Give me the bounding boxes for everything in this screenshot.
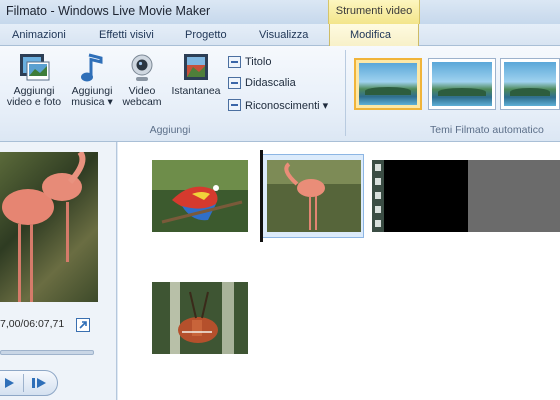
- add-music-button[interactable]: Aggiungi musica ▾: [66, 52, 118, 108]
- tab-visualizza[interactable]: Visualizza: [259, 29, 308, 41]
- snapshot-label: Istantanea: [171, 85, 221, 97]
- autotheme-3[interactable]: [500, 58, 560, 110]
- theme-thumbnail: [504, 62, 556, 106]
- preview-timecode: 7,00/06:07,71: [0, 318, 65, 330]
- credits-button[interactable]: Riconoscimenti ▾: [228, 96, 328, 114]
- flamingo-thumbnail: [267, 160, 361, 232]
- add-video-photo-button[interactable]: Aggiungi video e foto: [4, 52, 64, 108]
- clip-black-filmstrip[interactable]: [372, 160, 560, 232]
- theme-thumbnail: [432, 62, 492, 106]
- title-icon: [228, 56, 241, 68]
- caption-button[interactable]: Didascalia: [228, 74, 296, 92]
- title-bar: Filmato - Windows Live Movie Maker: [0, 0, 560, 24]
- webcam-icon: [131, 54, 153, 81]
- add-video-photo-line2: video e foto: [6, 96, 62, 108]
- caption-label: Didascalia: [245, 77, 296, 89]
- title-button[interactable]: Titolo: [228, 53, 272, 71]
- window-title: Filmato - Windows Live Movie Maker: [6, 4, 211, 18]
- snapshot-button[interactable]: Istantanea: [166, 52, 226, 97]
- next-frame-icon[interactable]: [31, 377, 47, 389]
- contextual-tab-header: Strumenti video: [328, 0, 420, 24]
- filmstrip-grey-segment: [468, 160, 560, 232]
- group-label-add: Aggiungi: [149, 124, 191, 136]
- tab-modifica[interactable]: Modifica: [350, 29, 391, 41]
- antelope-thumbnail: [152, 282, 248, 354]
- ribbon-group-separator: [345, 50, 346, 136]
- snapshot-icon: [184, 54, 208, 80]
- autotheme-1-selected[interactable]: [354, 58, 422, 110]
- expand-preview-button[interactable]: [76, 318, 90, 332]
- video-preview: [0, 152, 98, 302]
- tab-animazioni[interactable]: Animazioni: [12, 29, 66, 41]
- clip-flamingo-selected[interactable]: [262, 154, 364, 238]
- film-sprocket-strip: [372, 160, 384, 232]
- play-icon[interactable]: [3, 377, 15, 389]
- flamingo-preview-image: [2, 152, 86, 302]
- music-note-icon: [81, 53, 103, 82]
- playhead-cursor[interactable]: [260, 150, 263, 242]
- tab-progetto[interactable]: Progetto: [185, 29, 227, 41]
- caption-icon: [228, 77, 241, 89]
- film-photo-icon: [20, 54, 50, 81]
- webcam-video-line2: webcam: [122, 96, 162, 108]
- theme-thumbnail: [359, 63, 417, 105]
- add-music-line2: musica ▾: [71, 96, 113, 108]
- seek-bar[interactable]: [0, 350, 94, 355]
- credits-label: Riconoscimenti ▾: [245, 99, 329, 112]
- clip-parrot[interactable]: [152, 160, 248, 232]
- playback-controls: [0, 370, 58, 396]
- tab-effetti-visivi[interactable]: Effetti visivi: [99, 29, 154, 41]
- controls-divider: [23, 374, 24, 392]
- film-sprocket-icon: [375, 164, 381, 227]
- autotheme-2[interactable]: [428, 58, 496, 110]
- group-label-themes: Temi Filmato automatico: [430, 124, 544, 136]
- credits-icon: [228, 99, 241, 111]
- expand-icon: [79, 321, 87, 329]
- parrot-thumbnail: [152, 160, 248, 232]
- webcam-video-button[interactable]: Video webcam: [118, 52, 166, 108]
- title-label: Titolo: [245, 56, 272, 68]
- clip-antelope[interactable]: [152, 282, 248, 354]
